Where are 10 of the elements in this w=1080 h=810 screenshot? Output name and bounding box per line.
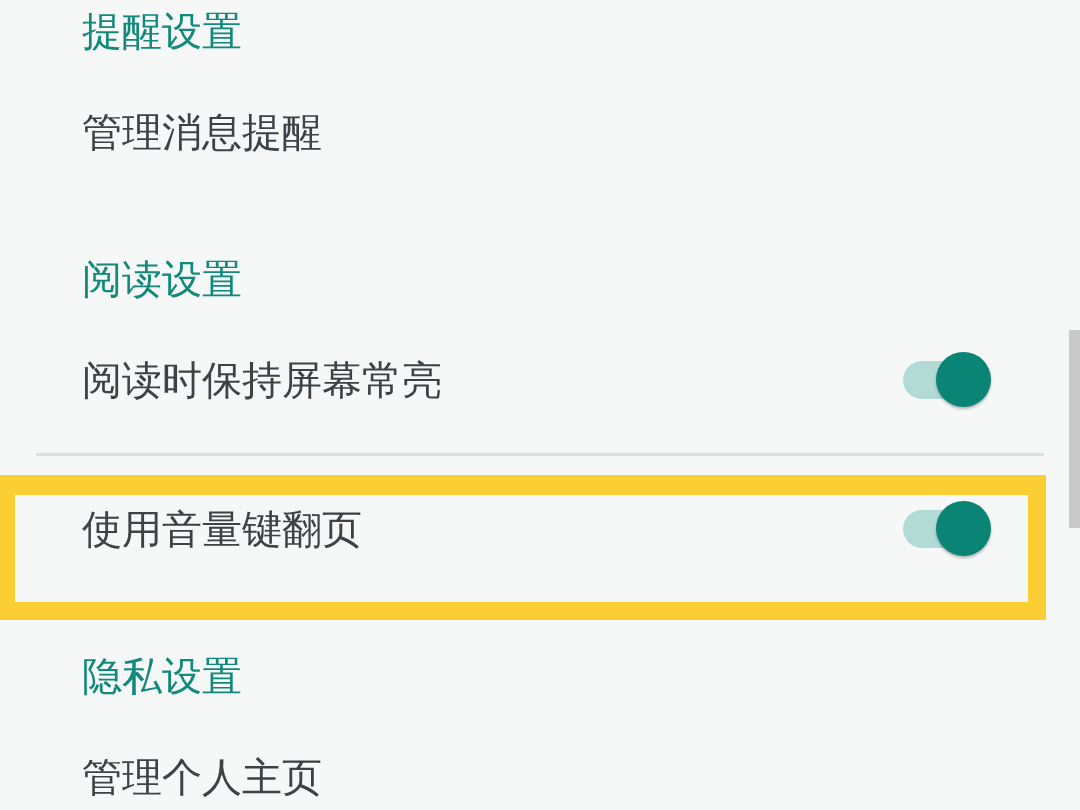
section-header: 阅读设置 (82, 255, 242, 303)
setting-label: 使用音量键翻页 (82, 505, 362, 553)
section-header: 提醒设置 (82, 7, 242, 55)
toggle-switch[interactable] (903, 352, 991, 408)
scrollbar-thumb[interactable] (1069, 330, 1080, 528)
setting-link[interactable]: 管理消息提醒 (82, 108, 322, 156)
setting-link[interactable]: 管理个人主页 (82, 753, 322, 801)
section-header: 隐私设置 (82, 652, 242, 700)
toggle-switch[interactable] (903, 501, 991, 557)
setting-label: 阅读时保持屏幕常亮 (82, 356, 442, 404)
